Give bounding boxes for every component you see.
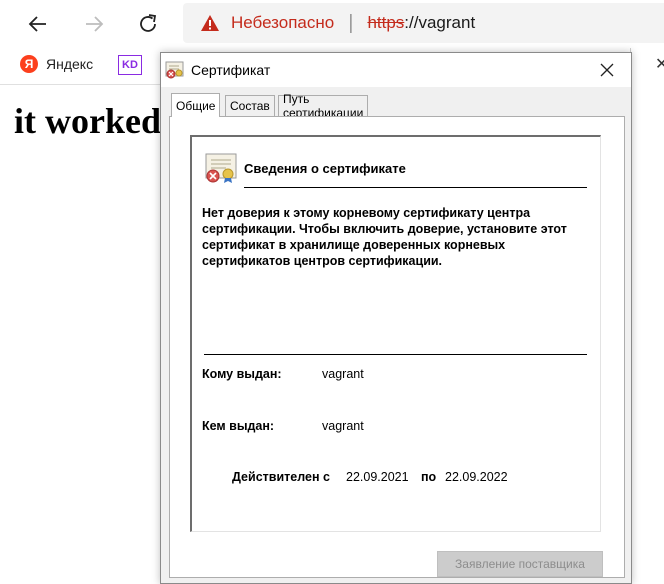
issued-by-label: Кем выдан:	[202, 419, 275, 433]
url-host: ://vagrant	[404, 13, 476, 32]
url-text[interactable]: https://vagrant	[367, 13, 475, 33]
valid-to-value: 22.09.2022	[445, 470, 508, 484]
favorite-kd[interactable]: KD	[118, 55, 142, 75]
background-window-edge: ✕	[630, 48, 664, 572]
back-button[interactable]	[22, 8, 54, 40]
warning-icon[interactable]	[199, 12, 221, 34]
tab-general[interactable]: Общие	[171, 93, 221, 117]
issued-by-value: vagrant	[322, 419, 364, 433]
valid-from-label: Действителен с	[232, 470, 330, 484]
divider	[244, 187, 587, 188]
page-body-text: it worked	[14, 101, 161, 141]
dialog-title: Сертификат	[191, 62, 271, 78]
certificate-info-heading: Сведения о сертификате	[244, 161, 406, 176]
favorite-label: Яндекс	[46, 56, 94, 72]
address-separator: |	[348, 11, 354, 34]
refresh-icon	[140, 14, 157, 32]
certificate-dialog: Сертификат Общие Состав Путь сертификаци…	[160, 52, 632, 584]
issuer-statement-button[interactable]: Заявление поставщика	[437, 551, 603, 577]
forward-arrow-icon	[86, 16, 104, 32]
dialog-close-button[interactable]	[591, 56, 623, 84]
security-status-label[interactable]: Небезопасно	[231, 13, 334, 33]
close-icon	[600, 63, 614, 77]
yandex-logo-icon: Я	[20, 55, 38, 73]
valid-from-value: 22.09.2021	[346, 470, 409, 484]
kd-logo-icon: KD	[118, 55, 142, 75]
divider	[204, 354, 587, 355]
back-arrow-icon	[28, 16, 46, 32]
forward-button[interactable]	[78, 8, 110, 40]
tab-certification-path[interactable]: Путь сертификации	[278, 92, 369, 120]
browser-toolbar: Небезопасно | https://vagrant	[0, 0, 664, 48]
dialog-titlebar[interactable]: Сертификат	[161, 53, 631, 87]
issued-to-label: Кому выдан:	[202, 367, 282, 381]
tab-details[interactable]: Состав	[225, 95, 275, 116]
general-tab-panel: Сведения о сертификате Нет доверия к это…	[169, 116, 625, 578]
url-scheme: https	[367, 13, 405, 32]
certificate-icon	[165, 61, 184, 79]
trust-warning-text: Нет доверия к этому корневому сертификат…	[202, 206, 567, 268]
refresh-button[interactable]	[132, 8, 164, 40]
issued-to-value: vagrant	[322, 367, 364, 381]
certificate-info-box: Сведения о сертификате Нет доверия к это…	[190, 135, 601, 532]
favorite-yandex[interactable]: Я Яндекс	[20, 55, 93, 73]
address-bar[interactable]: Небезопасно | https://vagrant	[183, 3, 664, 43]
close-icon[interactable]: ✕	[655, 54, 664, 73]
valid-to-label: по	[421, 470, 437, 484]
untrusted-certificate-icon	[205, 153, 237, 183]
